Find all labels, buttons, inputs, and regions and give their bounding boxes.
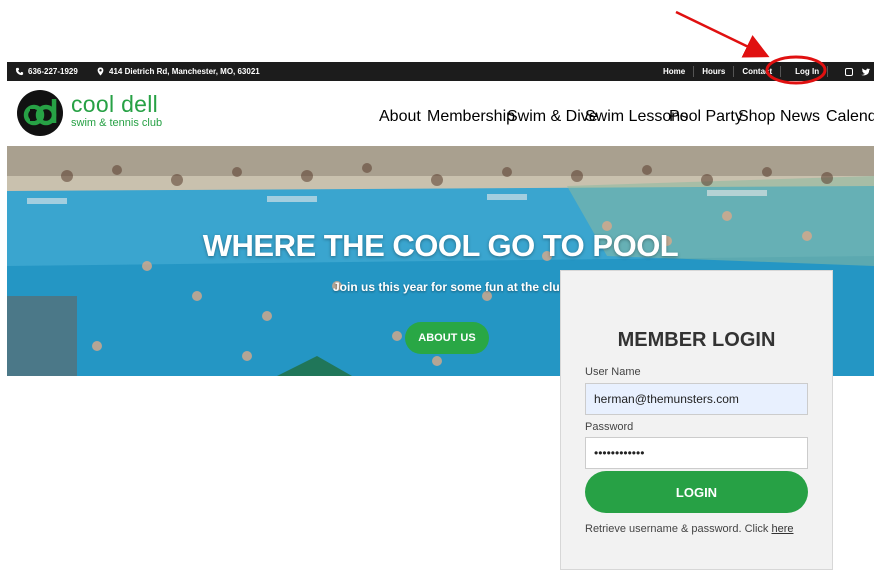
instagram-icon[interactable] <box>845 67 853 76</box>
top-info-bar: 636-227-1929 414 Dietrich Rd, Manchester… <box>7 62 874 81</box>
contact-link[interactable]: Contact <box>734 66 782 77</box>
login-title: MEMBER LOGIN <box>617 329 776 351</box>
nav-membership[interactable]: Membership <box>427 108 515 126</box>
retrieve-text: Retrieve username & password. Click <box>585 523 772 535</box>
annotation-arrow <box>675 10 770 58</box>
login-link[interactable]: Log In <box>781 66 829 77</box>
phone-icon <box>15 67 24 76</box>
member-login-panel: MEMBER LOGIN User Name herman@themunster… <box>560 270 833 570</box>
twitter-icon[interactable] <box>861 67 870 76</box>
password-input[interactable]: •••••••••••• <box>585 437 808 469</box>
username-label: User Name <box>585 366 641 378</box>
address-text[interactable]: 414 Dietrich Rd, Manchester, MO, 63021 <box>109 62 260 81</box>
social-links <box>845 62 870 81</box>
brand-name[interactable]: cool dell <box>71 92 158 116</box>
nav-shop[interactable]: Shop <box>738 108 775 126</box>
address-info[interactable]: 414 Dietrich Rd, Manchester, MO, 63021 <box>96 62 260 81</box>
nav-news[interactable]: News <box>780 108 820 126</box>
nav-calendar[interactable]: Calendar <box>826 108 874 126</box>
logo-cd-icon <box>23 99 57 126</box>
password-label: Password <box>585 421 634 433</box>
nav-about[interactable]: About <box>379 108 421 126</box>
map-pin-icon <box>97 67 104 76</box>
utility-nav: Home Hours Contact Log In <box>655 62 829 81</box>
retrieve-credentials-text: Retrieve username & password. Click here <box>585 523 794 535</box>
phone-number[interactable]: 636-227-1929 <box>28 62 78 81</box>
about-us-button[interactable]: ABOUT US <box>405 322 489 354</box>
nav-pool-party[interactable]: Pool Party <box>669 108 743 126</box>
hours-link[interactable]: Hours <box>694 66 735 77</box>
hero-subtitle: Join us this year for some fun at the cl… <box>333 280 571 294</box>
login-button[interactable]: LOGIN <box>585 471 808 513</box>
username-input[interactable]: herman@themunsters.com <box>585 383 808 415</box>
phone-info[interactable]: 636-227-1929 <box>15 62 78 81</box>
hero-title: WHERE THE COOL GO TO POOL <box>202 228 679 263</box>
brand-tagline: swim & tennis club <box>71 117 163 129</box>
retrieve-here-link[interactable]: here <box>771 523 793 535</box>
logo-mark[interactable] <box>17 90 63 136</box>
home-link[interactable]: Home <box>655 66 695 77</box>
